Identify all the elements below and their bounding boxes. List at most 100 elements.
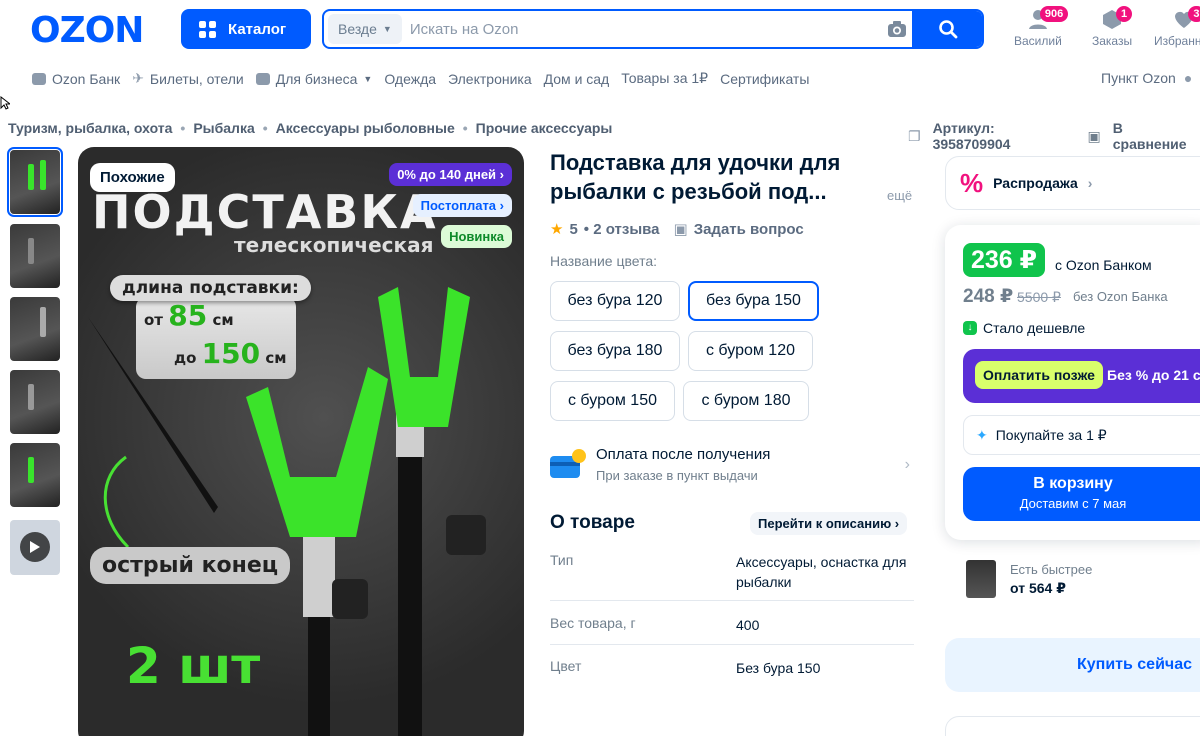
- nav-item-clothes[interactable]: Одежда: [384, 71, 436, 87]
- nav-item-electronics[interactable]: Электроника: [448, 71, 532, 87]
- search-button[interactable]: [912, 11, 982, 47]
- nav-item-1rub[interactable]: Товары за 1₽: [621, 70, 708, 87]
- buy-for-1rub[interactable]: ✦ Покупайте за 1 ₽: [963, 415, 1200, 455]
- add-to-cart-button[interactable]: В корзину Доставим с 7 мая: [963, 467, 1200, 521]
- pay-after-receipt[interactable]: Оплата после получения При заказе в пунк…: [550, 446, 914, 486]
- briefcase-icon: [255, 72, 270, 85]
- search-scope-select[interactable]: Везде ▼: [328, 14, 402, 44]
- faster-offer[interactable]: Есть быстрее от 564 ₽: [966, 558, 1196, 602]
- product-title: Подставка для удочки для рыбалки с резьб…: [550, 150, 841, 204]
- star-icon: ★: [550, 221, 564, 238]
- article-number[interactable]: Артикул: 3958709904: [933, 120, 1076, 152]
- faster-label: Есть быстрее: [1010, 562, 1093, 577]
- chevron-down-icon: ▼: [382, 24, 392, 34]
- gallery-thumbnail[interactable]: [10, 297, 60, 361]
- color-label: Название цвета:: [550, 253, 658, 269]
- product-main-image[interactable]: ПОДСТАВКА телескопическая длина подставк…: [78, 147, 524, 736]
- no-percent-label: Без % до 21 се: [1107, 367, 1200, 383]
- grid-icon: [199, 20, 216, 38]
- gallery-thumbnail[interactable]: [10, 443, 60, 507]
- length-heading: длина подставки:: [110, 275, 311, 301]
- orders-label: Заказы: [1092, 34, 1133, 48]
- variant-option[interactable]: с буром 120: [688, 331, 813, 371]
- spec-key: Вес товара, г: [550, 615, 636, 631]
- chevron-down-icon: ▼: [363, 73, 373, 84]
- ask-question-link[interactable]: Задать вопрос: [694, 221, 804, 238]
- price-card: 236 ₽ с Ozon Банком 248 ₽ 5500 ₽ без Ozo…: [945, 225, 1200, 540]
- image-title: ПОДСТАВКА: [92, 185, 438, 239]
- more-link[interactable]: ещё: [887, 188, 912, 203]
- variant-option-selected[interactable]: без бура 150: [688, 281, 819, 321]
- sale-banner[interactable]: % Распродажа ›: [945, 156, 1200, 210]
- spec-key: Цвет: [550, 658, 582, 674]
- pin-icon: ●: [1183, 70, 1193, 86]
- catalog-button[interactable]: Каталог: [181, 9, 311, 49]
- similar-button[interactable]: Похожие: [90, 163, 175, 192]
- plane-icon: ✈: [132, 70, 144, 86]
- with-bank-label: с Ozon Банком: [1055, 257, 1152, 273]
- pay-after-subtitle: При заказе в пункт выдачи: [596, 468, 758, 483]
- reviews-count[interactable]: • 2 отзыва: [584, 221, 660, 238]
- nav-item-business[interactable]: Для бизнеса ▼: [255, 71, 373, 87]
- video-thumbnail[interactable]: [10, 520, 60, 575]
- orders-badge: 1: [1116, 6, 1133, 22]
- nav-item-tickets[interactable]: ✈ Билеты, отели: [132, 70, 244, 87]
- credit-badge[interactable]: 0% до 140 дней ›: [389, 163, 512, 186]
- catalog-label: Каталог: [228, 20, 287, 38]
- arrow-down-icon: ↓: [963, 321, 977, 335]
- variant-option[interactable]: с буром 150: [550, 381, 675, 421]
- compare-icon: ▣: [1087, 127, 1101, 144]
- spec-value: Без бура 150: [736, 660, 821, 676]
- nav-item-home[interactable]: Дом и сад: [544, 71, 610, 87]
- pay-later-button[interactable]: Оплатить позже: [975, 361, 1103, 389]
- nav-item-bank[interactable]: Ozon Банк: [32, 71, 120, 87]
- nav-item-certificates[interactable]: Сертификаты: [720, 71, 809, 87]
- divider: [550, 600, 914, 601]
- compare-button[interactable]: В сравнение: [1113, 120, 1200, 152]
- sale-label: Распродажа: [993, 175, 1078, 191]
- user-label: Василий: [1014, 34, 1062, 48]
- breadcrumb-item[interactable]: Аксессуары рыболовные: [276, 120, 455, 136]
- buy-now-button[interactable]: Купить сейчас: [945, 638, 1200, 692]
- breadcrumb-item[interactable]: Туризм, рыбалка, охота: [8, 120, 172, 136]
- pickup-point[interactable]: Пункт Ozon ●: [1101, 70, 1192, 86]
- percent-icon: %: [960, 167, 984, 198]
- rating-value: 5: [569, 220, 578, 238]
- spec-row: Тип Аксессуары, оснастка для рыбалки: [550, 552, 914, 596]
- favorites-button[interactable]: 3 Избранное: [1154, 6, 1200, 48]
- breadcrumb-item[interactable]: Прочие аксессуары: [476, 120, 613, 136]
- top-nav: Ozon Банк ✈ Билеты, отели Для бизнеса ▼ Од…: [32, 70, 809, 87]
- favorites-label: Избранное: [1154, 34, 1200, 48]
- search-input[interactable]: [401, 20, 882, 38]
- postpay-badge[interactable]: Постоплата ›: [412, 194, 512, 217]
- copy-icon[interactable]: ❐: [908, 128, 921, 145]
- spec-value: 400: [736, 617, 760, 633]
- chevron-right-icon: ›: [904, 456, 910, 473]
- go-to-description-button[interactable]: Перейти к описанию ›: [750, 512, 908, 535]
- camera-icon[interactable]: [882, 14, 912, 44]
- pay-after-title: Оплата после получения: [596, 446, 771, 463]
- orders-button[interactable]: 1 Заказы: [1092, 6, 1133, 48]
- gallery-thumbnail[interactable]: [10, 370, 60, 434]
- installments-banner[interactable]: Оплатить позже Без % до 21 се: [963, 349, 1200, 403]
- cursor-icon: [0, 96, 10, 110]
- faster-price: от 564 ₽: [1010, 580, 1066, 596]
- rating-row[interactable]: ★ 5 • 2 отзыва ▣ Задать вопрос: [550, 220, 804, 239]
- ozon-card-price: 236 ₽: [963, 243, 1046, 277]
- offer-thumbnail: [966, 560, 996, 598]
- sharp-end-label: острый конец: [90, 547, 291, 584]
- card-coin-icon: [550, 449, 586, 478]
- product-meta: ❐ Артикул: 3958709904 ▣ В сравнение: [908, 120, 1200, 152]
- variant-option[interactable]: с буром 180: [683, 381, 809, 421]
- regular-price: 248 ₽: [963, 286, 1014, 307]
- variant-option[interactable]: без бура 120: [550, 281, 680, 321]
- ozon-logo[interactable]: OZON: [30, 10, 144, 51]
- variant-option[interactable]: без бура 180: [550, 331, 680, 371]
- gallery-thumbnail[interactable]: [7, 147, 63, 217]
- profile-button[interactable]: 906 Василий: [1014, 6, 1069, 48]
- gallery-thumbnail[interactable]: [10, 224, 60, 288]
- quantity-label: 2 шт: [126, 637, 261, 695]
- old-price: 5500 ₽: [1017, 289, 1061, 305]
- breadcrumb-item[interactable]: Рыбалка: [193, 120, 254, 136]
- sparkle-icon: ✦: [976, 426, 988, 443]
